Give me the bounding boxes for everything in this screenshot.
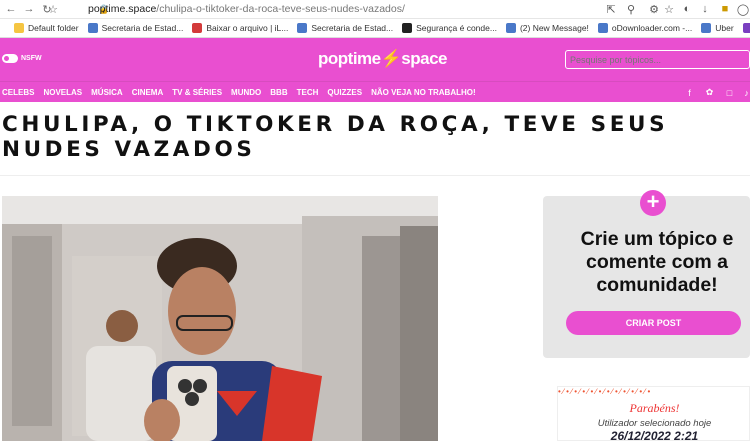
forward-icon[interactable]: → (22, 2, 36, 16)
bookmark-label: oDownloader.com -... (611, 23, 693, 33)
bookmark-item[interactable]: Secretaria de Estad... (87, 23, 184, 33)
menu-item[interactable]: TECH (297, 88, 319, 97)
history-icon[interactable]: ◐ (680, 2, 694, 16)
browser-url-bar: ← → ↻ ☆ 🔒 poptime.space/chulipa-o-tiktok… (0, 0, 750, 19)
download-icon[interactable]: ↓ (698, 2, 712, 16)
bookmark-item[interactable]: Carrinho d (742, 23, 750, 33)
menu-item[interactable]: NÃO VEJA NO TRABALHO! (371, 88, 476, 97)
bookmark-favicon-icon (742, 23, 750, 33)
bookmark-star-icon[interactable]: ☆ (46, 2, 60, 16)
menu-item[interactable]: MUNDO (231, 88, 261, 97)
bookmark-favicon-icon (701, 23, 712, 33)
bookmarks-bar: Default folder Secretaria de Estad... Baix… (0, 19, 750, 38)
url-domain: poptime.space (88, 3, 157, 15)
article-title: CHULIPA, O TIKTOKER DA ROÇA, TEVE SEUS N… (2, 112, 669, 162)
menu-item[interactable]: NOVELAS (43, 88, 82, 97)
url-path: /chulipa-o-tiktoker-da-roca-teve-seus-nu… (156, 3, 405, 15)
search-input[interactable] (565, 50, 750, 69)
facebook-icon[interactable]: f (684, 87, 695, 98)
ad-headline: Parabéns! (629, 401, 680, 415)
bookmark-item[interactable]: (2) New Message! (505, 23, 589, 33)
bookmark-item[interactable]: Default folder (14, 23, 79, 33)
advertisement[interactable]: •∕•∕•∕•∕•∕•∕•∕•∕•∕•∕•∕• Parabéns! Utiliz… (557, 386, 750, 441)
instagram-icon[interactable]: □ (724, 87, 735, 98)
toggle-switch-icon[interactable] (2, 54, 18, 63)
zoom-icon[interactable]: ⚲ (624, 2, 638, 16)
bookmark-label: Default folder (28, 23, 79, 33)
bookmark-favicon-icon (87, 23, 98, 33)
menu-item[interactable]: QUIZZES (327, 88, 362, 97)
menu-item[interactable]: CINEMA (132, 88, 164, 97)
bookmark-label: (2) New Message! (519, 23, 589, 33)
ad-date: 26/12/2022 2:21 (610, 429, 699, 441)
ad-subtitle: Utilizador selecionado hoje (597, 418, 712, 429)
extension-icon[interactable]: ■ (718, 2, 732, 16)
site-logo[interactable]: poptime⚡space (318, 49, 447, 69)
create-topic-text: Crie um tópico e comente com a comunidad… (580, 228, 734, 296)
bookmark-favicon-icon (402, 23, 413, 33)
bookmark-label: Baixar o arquivo | iL... (206, 23, 289, 33)
bookmark-item[interactable]: Uber (701, 23, 734, 33)
menu-item[interactable]: TV & SÉRIES (172, 88, 222, 97)
star-icon[interactable]: ☆ (662, 2, 676, 16)
back-icon[interactable]: ← (4, 2, 18, 16)
share-icon[interactable]: ⇱ (604, 2, 618, 16)
bookmark-item[interactable]: Secretaria de Estad... (297, 23, 393, 33)
bookmark-favicon-icon (597, 23, 608, 33)
bookmark-item[interactable]: Baixar o arquivo | iL... (192, 23, 288, 33)
divider (0, 175, 750, 176)
translate-icon[interactable]: ⚙ (647, 2, 661, 16)
address-field[interactable]: poptime.space/chulipa-o-tiktoker-da-roca… (88, 3, 405, 15)
profile-icon[interactable]: ◯ (736, 2, 750, 16)
tiktok-icon[interactable]: ♪ (741, 87, 750, 98)
category-menu: CELEBS NOVELAS MÚSICA CINEMA TV & SÉRIES MUND… (0, 81, 750, 102)
bookmark-label: Secretaria de Estad... (311, 23, 394, 33)
menu-item[interactable]: CELEBS (2, 88, 34, 97)
bookmark-favicon-icon (192, 23, 203, 33)
bookmark-item[interactable]: oDownloader.com -... (597, 23, 693, 33)
plus-icon[interactable]: + (640, 190, 666, 216)
nsfw-toggle[interactable]: NSFW (2, 54, 42, 63)
bookmark-label: Segurança é conde... (416, 23, 497, 33)
bookmark-favicon-icon (297, 23, 308, 33)
create-post-button[interactable]: CRIAR POST (566, 311, 741, 335)
menu-item[interactable]: MÚSICA (91, 88, 123, 97)
menu-item[interactable]: BBB (270, 88, 287, 97)
article-image (2, 196, 438, 441)
article-photo (2, 196, 438, 441)
bookmark-favicon-icon (505, 23, 516, 33)
site-header: NSFW poptime⚡space (0, 38, 750, 81)
bookmark-favicon-icon (14, 23, 24, 33)
twitter-icon[interactable]: ✿ (704, 87, 715, 98)
confetti-decoration: •∕•∕•∕•∕•∕•∕•∕•∕•∕•∕•∕• (558, 387, 653, 396)
bookmark-label: Secretaria de Estad... (101, 23, 184, 33)
bookmark-item[interactable]: Segurança é conde... (402, 23, 497, 33)
nsfw-label: NSFW (21, 55, 42, 62)
bookmark-label: Uber (715, 23, 734, 33)
